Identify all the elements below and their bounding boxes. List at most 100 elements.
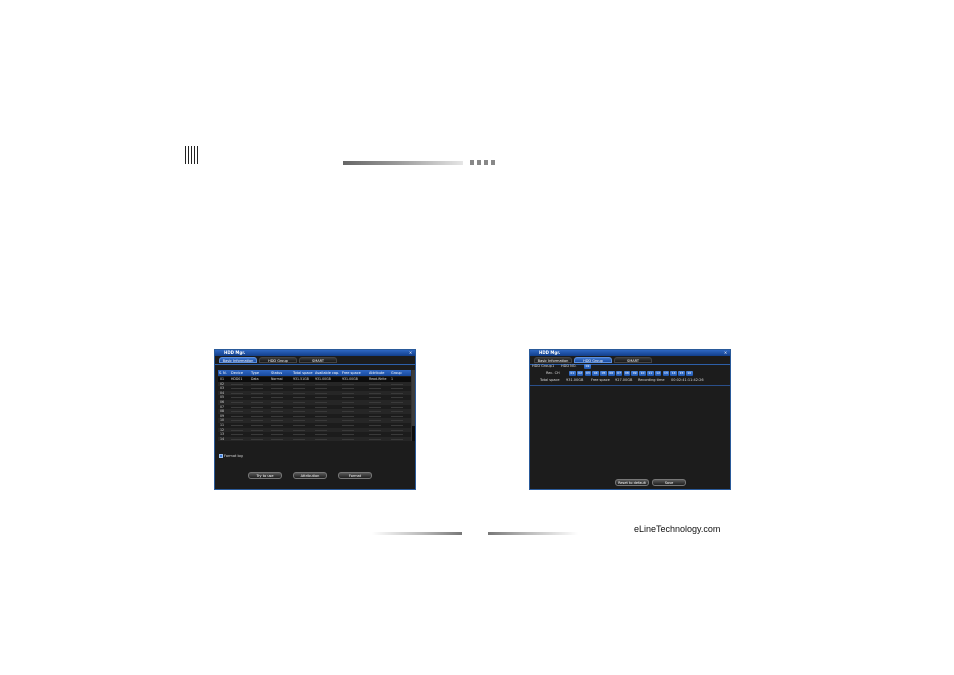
header-gradient-rule [343,161,463,165]
rec-channel-16[interactable]: 16 [686,371,693,376]
hdd-table-header: S. N. Device Type Status Total space Ava… [218,370,411,376]
rec-channel-07[interactable]: 07 [615,371,623,376]
rec-channel-02[interactable]: 02 [576,371,584,376]
empty-cell-dash [231,402,243,403]
empty-cell-dash [231,420,243,422]
save-button[interactable]: Save [652,479,686,486]
header-square-4 [491,160,495,165]
rec-channel-09[interactable]: 09 [631,371,638,376]
empty-cell-dash [293,411,305,413]
empty-cell-dash [391,388,403,390]
empty-cell-dash [342,406,354,408]
rec-channel-13[interactable]: 13 [662,371,670,376]
empty-cell-dash [369,388,381,390]
format-log-checkbox[interactable] [219,454,223,458]
empty-cell-dash [315,438,327,440]
rec-channel-01[interactable]: 01 [569,371,576,376]
empty-cell-dash [391,429,403,431]
tab-smart[interactable]: SMART [614,357,652,363]
rec-channel-04[interactable]: 04 [592,371,599,376]
tab-basic-information[interactable]: Basic Information [219,357,257,363]
col-free-space: Free space [342,371,361,375]
footer-gradient-rule-left [372,532,462,535]
close-icon[interactable]: × [723,350,728,355]
hdd-manager-dialog-hdd-group: HDD Mgr. × Basic Information HDD Group S… [529,349,731,490]
rec-ch-label: Rec. CH [546,371,560,375]
empty-cell-dash [369,434,381,436]
empty-cell-dash [315,383,327,385]
rec-channel-06[interactable]: 06 [608,371,615,376]
header-square-1 [470,160,474,165]
empty-cell-dash [231,388,243,390]
table-scrollbar[interactable] [411,370,415,441]
empty-cell-dash [271,388,283,390]
empty-cell-dash [251,434,263,436]
attribution-button[interactable]: Attribution [293,472,327,479]
empty-cell-dash [251,383,263,385]
empty-cell-dash [231,425,243,426]
empty-cell-dash [251,397,263,399]
close-icon[interactable]: × [408,350,413,355]
col-s: S. [219,371,223,375]
rec-channel-08[interactable]: 08 [623,371,631,376]
empty-cell-dash [391,402,403,403]
hdd-no-value[interactable]: 01 [584,364,591,369]
dialog-title: HDD Mgr. [539,350,561,355]
empty-cell-dash [293,438,305,440]
empty-cell-dash [251,438,263,440]
empty-cell-dash [293,429,305,431]
col-type: Type [251,371,260,375]
empty-cell-dash [391,415,403,417]
tab-hdd-group[interactable]: HDD Group [574,357,612,363]
empty-cell-dash [315,406,327,408]
header-square-2 [477,160,481,165]
col-attribute: Attribute [369,371,385,375]
header-bar-4 [194,146,195,164]
empty-cell-dash [271,425,283,426]
tab-hdd-group[interactable]: HDD Group [259,357,297,363]
empty-cell-dash [271,420,283,422]
empty-cell-dash [391,434,403,436]
empty-cell-dash [271,411,283,413]
empty-cell-dash [231,434,243,436]
col-total-space: Total space [293,371,313,375]
free-space-label: Free space [591,378,610,382]
empty-cell-dash [231,429,243,431]
header-bar-3 [191,146,192,164]
empty-cell-dash [315,411,327,413]
table-row[interactable]: 14 [218,436,411,442]
rec-channel-03[interactable]: 03 [584,371,592,376]
tab-smart[interactable]: SMART [299,357,337,363]
hdd-group-label: HDD Group [532,364,552,368]
empty-cell-dash [251,415,263,417]
reset-to-default-button[interactable]: Reset to default [615,479,649,486]
dialog-title: HDD Mgr. [224,350,246,355]
tab-separator [215,364,415,365]
empty-cell-dash [369,429,381,431]
format-button[interactable]: Format [338,472,372,479]
rec-channel-12[interactable]: 12 [654,371,662,376]
hdd-group-value[interactable]: 1 [552,364,554,369]
rec-channel-10[interactable]: 10 [639,371,646,376]
empty-cell-dash [342,388,354,390]
scrollbar-thumb[interactable] [412,370,415,426]
info-separator [530,385,730,386]
empty-cell-dash [369,383,381,385]
empty-cell-dash [342,411,354,413]
empty-cell-dash [342,402,354,403]
format-log-label: Format log [224,453,243,458]
try-to-use-button[interactable]: Try to use [248,472,282,479]
tab-basic-information[interactable]: Basic Information [534,357,572,363]
empty-cell-dash [391,397,403,399]
empty-cell-dash [315,429,327,431]
empty-cell-dash [391,420,403,422]
rec-channel-14[interactable]: 14 [670,371,677,376]
empty-cell-dash [315,397,327,399]
total-space-label: Total space [540,378,560,382]
empty-cell-dash [293,434,305,436]
rec-channel-11[interactable]: 11 [647,371,654,376]
rec-channel-05[interactable]: 05 [600,371,607,376]
empty-cell-dash [391,383,403,385]
rec-channel-15[interactable]: 15 [678,371,685,376]
table-cell-no: 14 [220,436,225,441]
